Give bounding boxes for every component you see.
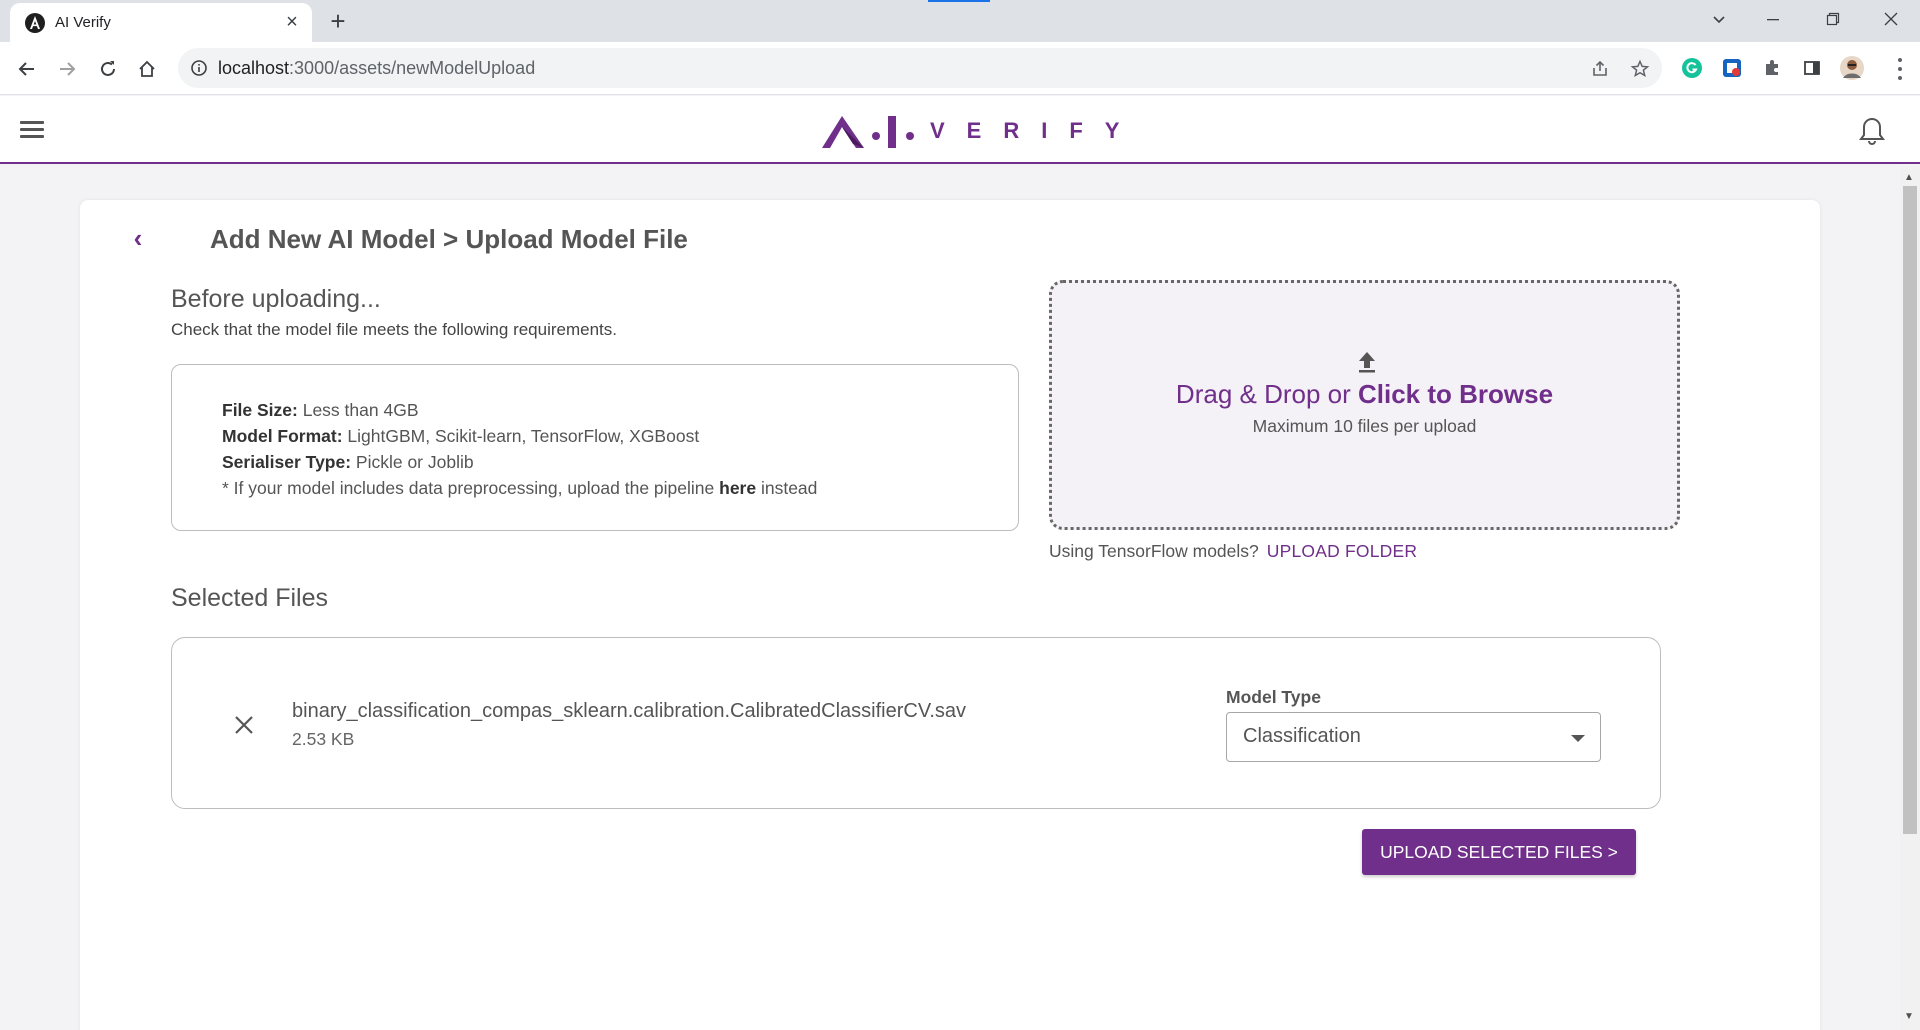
selected-files-heading: Selected Files — [171, 584, 329, 612]
tensorflow-question: Using TensorFlow models? — [1049, 541, 1259, 561]
dropdown-caret-icon — [1571, 735, 1585, 742]
profile-avatar[interactable] — [1838, 54, 1866, 82]
extension-badge-icon[interactable] — [1718, 54, 1746, 82]
window-close-icon[interactable] — [1864, 0, 1918, 38]
drop-zone-text: Drag & Drop or Click to Browse — [1175, 379, 1554, 409]
file-size: 2.53 KB — [292, 729, 355, 749]
model-type-label: Model Type — [1226, 687, 1321, 707]
file-drop-zone[interactable]: Drag & Drop or Click to Browse Maximum 1… — [1049, 280, 1680, 530]
selected-file-row: binary_classification_compas_sklearn.cal… — [171, 637, 1661, 809]
side-panel-icon[interactable] — [1798, 54, 1826, 82]
extensions-puzzle-icon[interactable] — [1758, 54, 1786, 82]
tab-close-icon[interactable]: × — [280, 10, 304, 34]
aiverify-logo: VERIFY — [820, 110, 1119, 150]
tab-title: AI Verify — [55, 14, 111, 31]
upload-arrow-icon — [1355, 349, 1379, 375]
url-text: localhost:3000/assets/newModelUpload — [218, 58, 536, 78]
share-icon[interactable] — [1588, 57, 1612, 81]
back-arrow-icon[interactable] — [12, 54, 42, 84]
max-files-note: Maximum 10 files per upload — [1252, 416, 1477, 436]
forward-arrow-icon[interactable] — [52, 54, 82, 84]
upload-selected-files-button[interactable]: UPLOAD SELECTED FILES > — [1362, 829, 1636, 875]
tab-strip-indicator — [928, 0, 990, 2]
logo-wordmark: VERIFY — [930, 118, 1142, 143]
notification-bell-icon[interactable] — [1858, 116, 1886, 146]
page-title: Add New AI Model > Upload Model File — [210, 224, 688, 254]
requirements-box: File Size: Less than 4GB Model Format: L… — [171, 364, 1019, 531]
before-uploading-heading: Before uploading... — [171, 285, 381, 313]
file-name: binary_classification_compas_sklearn.cal… — [292, 700, 967, 722]
angular-favicon-icon — [25, 13, 45, 33]
before-uploading-subtitle: Check that the model file meets the foll… — [171, 320, 618, 339]
scroll-up-arrow-icon[interactable]: ▲ — [1904, 172, 1914, 183]
page-scrollbar[interactable]: ▲ ▼ — [1900, 166, 1920, 1030]
app-header: VERIFY — [0, 96, 1920, 164]
pipeline-here-link[interactable]: here — [719, 478, 756, 498]
back-chevron-icon[interactable]: ‹ — [124, 222, 152, 254]
grammarly-extension-icon[interactable] — [1678, 54, 1706, 82]
remove-file-icon[interactable] — [232, 713, 256, 737]
minimize-icon[interactable] — [1746, 0, 1800, 38]
browser-tab-bar: AI Verify × + — [0, 0, 1920, 42]
upload-folder-link[interactable]: UPLOAD FOLDER — [1267, 541, 1417, 561]
scrollbar-thumb[interactable] — [1903, 186, 1917, 834]
home-icon[interactable] — [132, 54, 162, 84]
tensorflow-folder-line: Using TensorFlow models? UPLOAD FOLDER — [1049, 541, 1417, 562]
hamburger-menu-icon[interactable] — [20, 118, 48, 142]
address-bar[interactable]: localhost:3000/assets/newModelUpload — [178, 48, 1662, 88]
click-to-browse-link[interactable]: Click to Browse — [1358, 379, 1553, 409]
restore-icon[interactable] — [1806, 0, 1860, 38]
browser-toolbar: localhost:3000/assets/newModelUpload — [0, 42, 1920, 95]
requirement-file-size: File Size: Less than 4GB — [222, 400, 419, 420]
model-type-select[interactable]: Classification — [1226, 712, 1601, 762]
scroll-down-arrow-icon[interactable]: ▼ — [1904, 1011, 1914, 1022]
site-info-icon[interactable] — [189, 58, 209, 83]
new-tab-button[interactable]: + — [322, 6, 354, 36]
upload-model-card: ‹ Add New AI Model > Upload Model File B… — [80, 200, 1820, 1030]
requirement-model-format: Model Format: LightGBM, Scikit-learn, Te… — [222, 426, 700, 446]
chrome-menu-icon[interactable] — [1890, 56, 1910, 82]
browser-tab[interactable]: AI Verify × — [10, 3, 312, 42]
bookmark-star-icon[interactable] — [1628, 57, 1652, 81]
pipeline-note: * If your model includes data preprocess… — [222, 478, 818, 498]
model-type-value: Classification — [1243, 725, 1361, 747]
tab-search-icon[interactable] — [1692, 0, 1746, 38]
requirement-serialiser-type: Serialiser Type: Pickle or Joblib — [222, 452, 474, 472]
reload-icon[interactable] — [93, 54, 123, 84]
